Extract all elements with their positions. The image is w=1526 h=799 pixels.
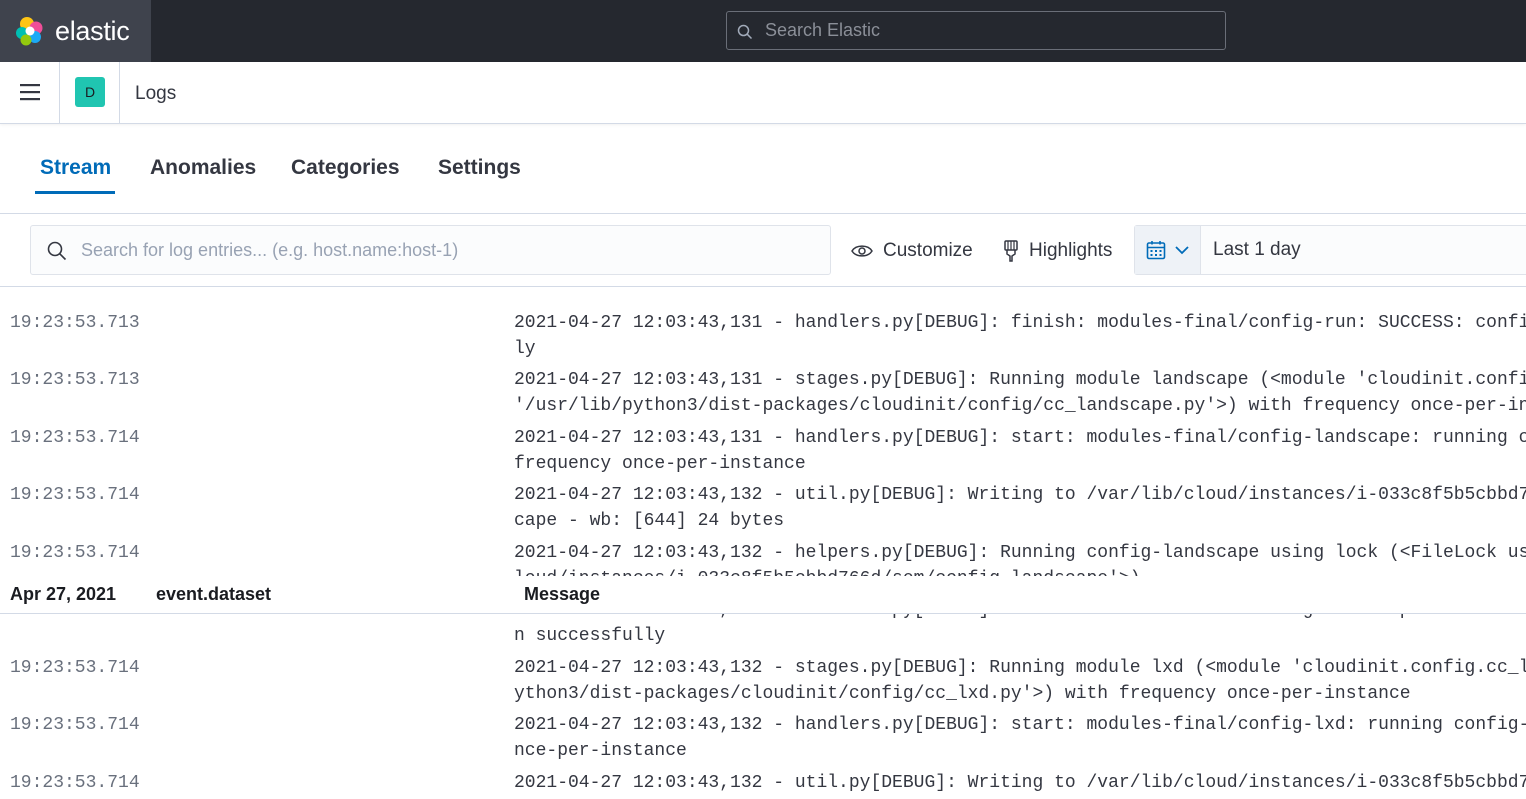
tab-settings[interactable]: Settings xyxy=(438,156,521,180)
log-message-line: 2021-04-27 12:03:43,132 - util.py[DEBUG]… xyxy=(514,485,1526,505)
log-message-line: 2021-04-27 12:03:43,132 - helpers.py[DEB… xyxy=(514,543,1526,563)
highlights-label: Highlights xyxy=(1029,240,1113,261)
breadcrumb-bar: D Logs xyxy=(0,62,1526,124)
log-message-line: frequency once-per-instance xyxy=(514,454,806,474)
global-search-box[interactable] xyxy=(726,11,1226,50)
calendar-icon xyxy=(1146,241,1166,260)
log-timestamp: 19:23:53.714 xyxy=(10,715,140,735)
global-search-input[interactable] xyxy=(765,12,1215,49)
customize-label: Customize xyxy=(883,240,973,261)
log-timestamp: 19:23:53.714 xyxy=(10,485,140,505)
customize-button[interactable]: Customize xyxy=(851,237,973,265)
time-range-label[interactable]: Last 1 day xyxy=(1213,239,1301,261)
log-timestamp: 19:23:53.713 xyxy=(10,313,140,333)
chevron-down-icon xyxy=(1175,246,1189,255)
log-message-line: 2021-04-27 12:03:43,131 - handlers.py[DE… xyxy=(514,313,1526,333)
tab-anomalies[interactable]: Anomalies xyxy=(150,156,256,180)
active-tab-indicator xyxy=(35,191,115,194)
log-timestamp: 19:23:53.714 xyxy=(10,773,140,793)
log-search-input[interactable] xyxy=(81,226,821,274)
log-message: 2021-04-27 12:03:43,131 - handlers.py[DE… xyxy=(514,310,1526,362)
log-row[interactable]: 19:23:53.713 2021-04-27 12:03:43,131 - s… xyxy=(0,367,1526,425)
log-message-line: ly xyxy=(514,339,536,359)
log-message-line: 2021-04-27 12:03:43,131 - stages.py[DEBU… xyxy=(514,370,1526,390)
column-header-message: Message xyxy=(524,584,601,604)
menu-toggle-button[interactable] xyxy=(0,62,60,123)
search-icon xyxy=(737,24,753,40)
log-message-line: 2021-04-27 12:03:43,132 - handlers.py[DE… xyxy=(514,715,1526,735)
elastic-logo-link[interactable]: elastic xyxy=(0,0,151,62)
tab-categories[interactable]: Categories xyxy=(291,156,400,180)
search-icon xyxy=(47,241,67,261)
highlights-button[interactable]: Highlights xyxy=(1003,237,1112,265)
breadcrumb: Logs xyxy=(135,83,177,104)
tab-stream[interactable]: Stream xyxy=(40,156,111,180)
stream-column-headers: Apr 27, 2021 event.dataset Message xyxy=(0,576,1526,614)
log-row[interactable]: 19:23:53.714 2021-04-27 12:03:43,132 - u… xyxy=(0,482,1526,540)
log-message: 2021-04-27 12:03:43,132 - handlers.py[DE… xyxy=(514,712,1526,764)
log-message-line: '/usr/lib/python3/dist-packages/cloudini… xyxy=(514,396,1526,416)
elastic-logo-icon xyxy=(16,17,43,46)
eye-icon xyxy=(851,245,873,257)
space-avatar: D xyxy=(75,77,105,107)
log-message-line: cape - wb: [644] 24 bytes xyxy=(514,511,785,531)
log-timestamp: 19:23:53.713 xyxy=(10,370,140,390)
log-message-line: 2021-04-27 12:03:43,131 - handlers.py[DE… xyxy=(514,428,1526,448)
log-message-line: 2021-04-27 12:03:43,132 - stages.py[DEBU… xyxy=(514,658,1526,678)
log-message-line: 2021-04-27 12:03:43,132 - util.py[DEBUG]… xyxy=(514,773,1526,793)
stream-toolbar: Customize Highlights xyxy=(0,215,1526,287)
date-picker[interactable]: Last 1 day xyxy=(1134,225,1526,275)
quick-date-menu-button[interactable] xyxy=(1135,226,1201,274)
log-timestamp: 19:23:53.714 xyxy=(10,543,140,563)
log-message: 2021-04-27 12:03:43,132 - stages.py[DEBU… xyxy=(514,655,1526,707)
log-search-box[interactable] xyxy=(30,225,831,275)
brand-name: elastic xyxy=(55,16,130,46)
space-selector[interactable]: D xyxy=(60,62,120,123)
log-stream[interactable]: Apr 27, 2021 event.dataset Message 19:23… xyxy=(0,288,1526,799)
log-row[interactable]: 19:23:53.714 2021-04-27 12:03:43,132 - s… xyxy=(0,655,1526,713)
log-message: 2021-04-27 12:03:43,131 - handlers.py[DE… xyxy=(514,425,1526,477)
log-row[interactable]: 19:23:53.714 2021-04-27 12:03:43,132 - u… xyxy=(0,770,1526,799)
log-row[interactable]: 19:23:53.713 2021-04-27 12:03:43,131 - h… xyxy=(0,310,1526,368)
highlighter-icon xyxy=(1004,240,1018,262)
app-tabs: Stream Anomalies Categories Settings xyxy=(0,124,1526,214)
log-row[interactable]: 19:23:53.714 2021-04-27 12:03:43,131 - h… xyxy=(0,425,1526,483)
log-message: 2021-04-27 12:03:43,132 - util.py[DEBUG]… xyxy=(514,482,1526,534)
log-message: 2021-04-27 12:03:43,132 - util.py[DEBUG]… xyxy=(514,770,1526,796)
log-timestamp: 19:23:53.714 xyxy=(10,658,140,678)
hamburger-icon xyxy=(20,84,40,101)
column-header-date: Apr 27, 2021 xyxy=(10,584,117,604)
log-message-line: nce-per-instance xyxy=(514,741,687,761)
log-message-line: n successfully xyxy=(514,626,666,646)
log-message: 2021-04-27 12:03:43,131 - stages.py[DEBU… xyxy=(514,367,1526,419)
log-message-line: ython3/dist-packages/cloudinit/config/cc… xyxy=(514,684,1411,704)
log-timestamp: 19:23:53.714 xyxy=(10,428,140,448)
log-row[interactable]: 19:23:53.714 2021-04-27 12:03:43,132 - h… xyxy=(0,712,1526,770)
column-header-dataset: event.dataset xyxy=(156,584,272,604)
global-header: elastic xyxy=(0,0,1526,62)
